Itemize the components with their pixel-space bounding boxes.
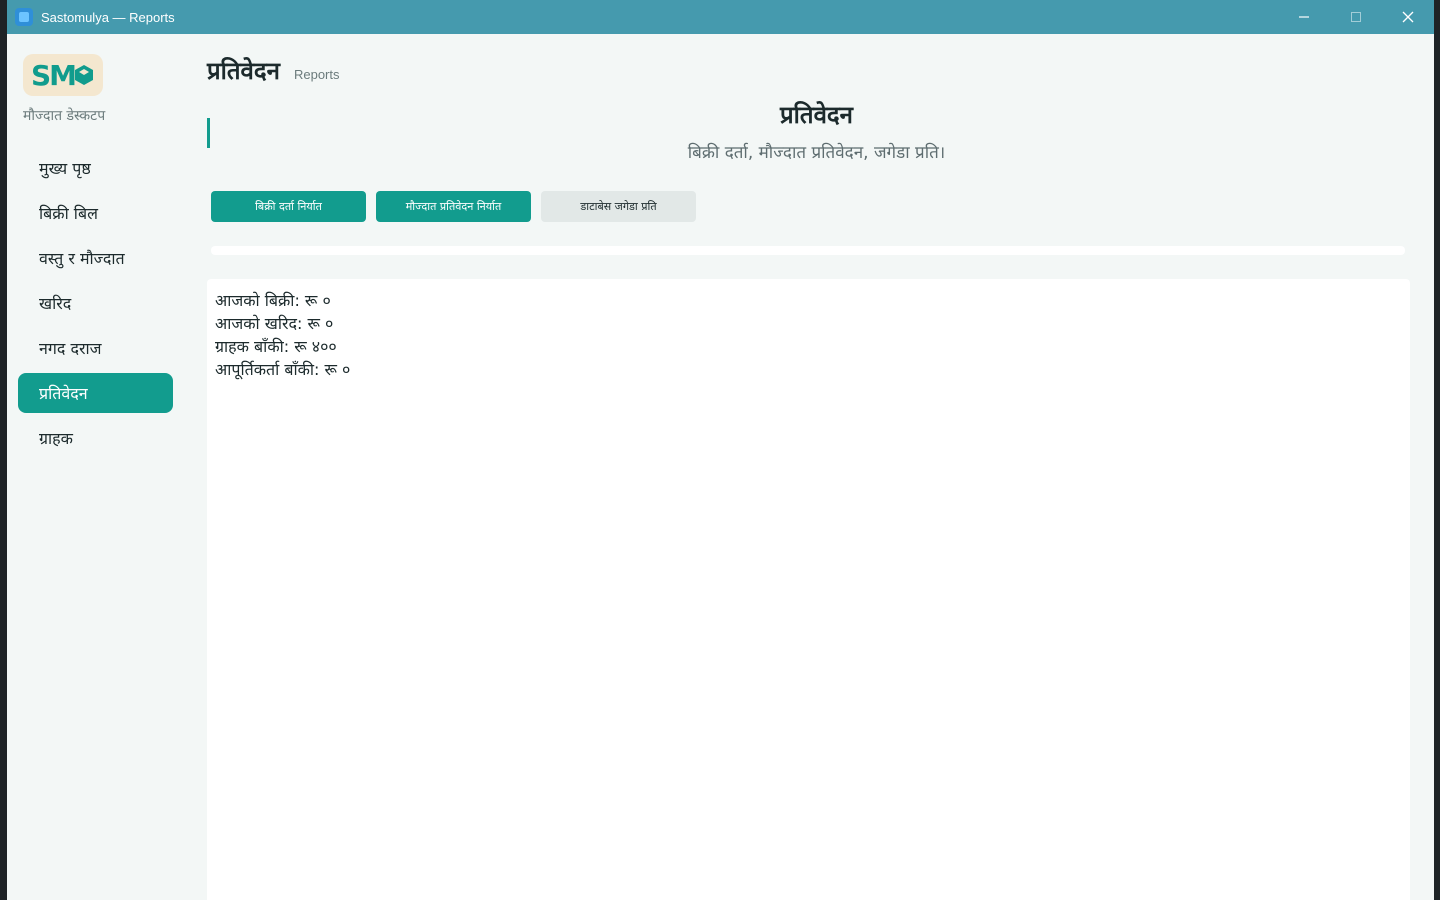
export-sales-button[interactable]: बिक्री दर्ता निर्यात — [211, 191, 366, 222]
main-content: प्रतिवेदन Reports प्रतिवेदन बिक्री दर्ता… — [184, 34, 1434, 900]
maximize-icon — [1351, 12, 1361, 22]
sidebar-item-items-stock[interactable]: वस्तु र मौज्दात — [18, 238, 173, 278]
sidebar-item-home[interactable]: मुख्य पृष्ठ — [18, 148, 173, 188]
sidebar-item-label: ग्राहक — [39, 429, 73, 448]
maximize-button[interactable] — [1330, 0, 1382, 34]
customer-due-line: ग्राहक बाँकी: रू ४०० — [215, 337, 337, 356]
section-subtitle: बिक्री दर्ता, मौज्दात प्रतिवेदन, जगेडा प… — [687, 143, 946, 163]
minimize-button[interactable] — [1278, 0, 1330, 34]
sidebar-item-label: वस्तु र मौज्दात — [39, 249, 125, 268]
sidebar-item-purchase[interactable]: खरिद — [18, 283, 173, 323]
sidebar-nav: मुख्य पृष्ठ बिक्री बिल वस्तु र मौज्दात ख… — [18, 148, 173, 463]
page-header: प्रतिवेदन Reports — [207, 54, 340, 87]
window-controls — [1278, 0, 1434, 34]
title-bar[interactable]: Sastomulya — Reports — [7, 0, 1434, 34]
sidebar-item-cash-drawer[interactable]: नगद दराज — [18, 328, 173, 368]
logo-text: SM — [30, 58, 77, 92]
sidebar-item-reports[interactable]: प्रतिवेदन — [18, 373, 173, 413]
app-icon — [15, 8, 33, 26]
page-subtitle: Reports — [293, 67, 340, 82]
sidebar-item-customers[interactable]: ग्राहक — [18, 418, 173, 458]
today-purchase-line: आजको खरिद: रू ० — [215, 314, 334, 333]
report-summary-panel: आजको बिक्री: रू ० आजको खरिद: रू ० ग्राहक… — [207, 279, 1410, 900]
section-title: प्रतिवेदन — [780, 101, 853, 129]
supplier-due-line: आपूर्तिकर्ता बाँकी: रू ० — [215, 360, 351, 379]
database-backup-button[interactable]: डाटाबेस जगेडा प्रति — [541, 191, 696, 222]
today-sales-line: आजको बिक्री: रू ० — [215, 291, 331, 310]
action-buttons: बिक्री दर्ता निर्यात मौज्दात प्रतिवेदन न… — [211, 191, 696, 222]
export-stock-report-button[interactable]: मौज्दात प्रतिवेदन निर्यात — [376, 191, 531, 222]
logo-cube-icon — [75, 65, 94, 85]
app-window: Sastomulya — Reports SM मौज्दात डेस्कटप … — [7, 0, 1434, 900]
app-subtitle: मौज्दात डेस्कटप — [23, 108, 106, 124]
page-title: प्रतिवेदन — [207, 57, 280, 85]
sidebar-item-label: नगद दराज — [39, 339, 102, 358]
window-title: Sastomulya — Reports — [41, 9, 175, 25]
sidebar-item-label: बिक्री बिल — [39, 204, 98, 223]
sidebar-item-label: खरिद — [39, 294, 72, 313]
close-button[interactable] — [1382, 0, 1434, 34]
sidebar-item-label: प्रतिवेदन — [39, 384, 88, 403]
minimize-icon — [1299, 16, 1309, 18]
sidebar: SM मौज्दात डेस्कटप मुख्य पृष्ठ बिक्री बि… — [7, 34, 184, 900]
app-logo: SM — [23, 54, 103, 96]
sidebar-item-sales-bill[interactable]: बिक्री बिल — [18, 193, 173, 233]
close-icon — [1402, 11, 1414, 23]
sidebar-item-label: मुख्य पृष्ठ — [39, 159, 91, 178]
progress-bar — [211, 246, 1405, 255]
